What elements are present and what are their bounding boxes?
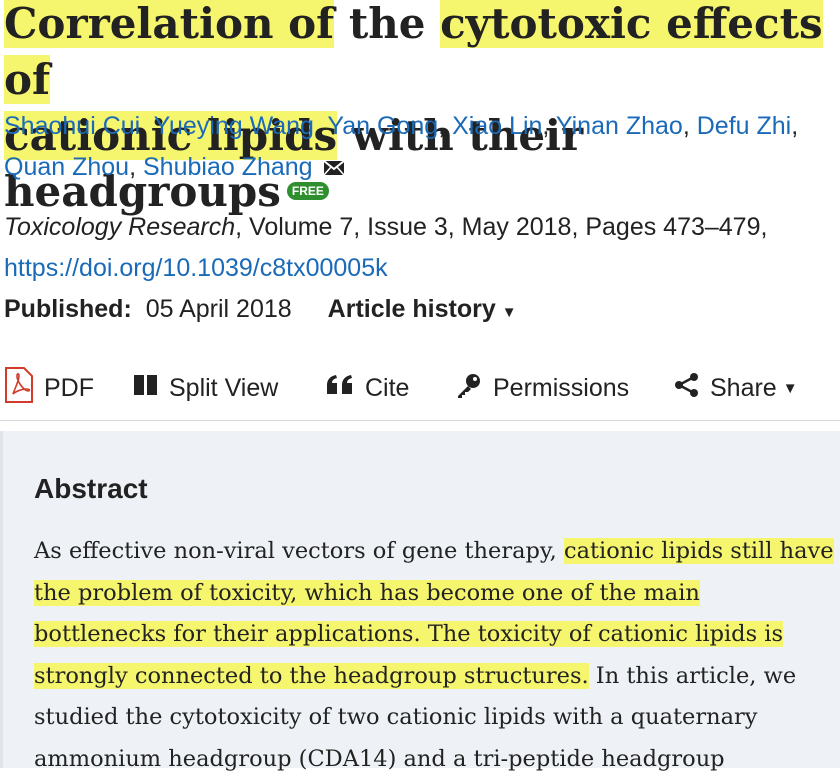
author-link[interactable]: Defu Zhi	[697, 112, 791, 140]
author-link[interactable]: Yinan Zhao	[556, 112, 683, 140]
pdf-label: PDF	[44, 373, 94, 402]
citation-details: , Volume 7, Issue 3, May 2018, Pages 473…	[235, 213, 768, 241]
share-button[interactable]: Share ▼	[674, 364, 798, 412]
abstract-heading: Abstract	[34, 473, 148, 504]
journal-name: Toxicology Research	[4, 213, 236, 241]
author-link[interactable]: Shaohui Cui	[4, 112, 140, 140]
author-link[interactable]: Quan Zhou	[4, 153, 129, 181]
author-link[interactable]: Shubiao Zhang	[143, 153, 313, 181]
abstract-text: As effective non-viral vectors of gene t…	[34, 531, 834, 780]
cite-button[interactable]: Cite	[325, 364, 409, 412]
title-part: the	[334, 0, 441, 48]
article-history-label: Article history	[327, 295, 496, 323]
split-view-icon	[133, 374, 169, 403]
article-history-toggle[interactable]: Article history ▼	[328, 295, 517, 323]
permissions-button[interactable]: Permissions	[455, 364, 629, 412]
share-icon	[674, 372, 710, 405]
quote-icon	[325, 374, 365, 403]
published-date: 05 April 2018	[145, 295, 292, 323]
toolbar-divider	[0, 420, 840, 421]
author-list: Shaohui Cui, Yueying Wang, Yan Gong, Xia…	[4, 106, 834, 189]
share-label: Share	[710, 373, 777, 402]
doi-link[interactable]: https://doi.org/10.1039/c8tx00005k	[4, 254, 388, 282]
author-link[interactable]: Xiao Lin	[452, 112, 542, 140]
split-view-button[interactable]: Split View	[133, 364, 278, 412]
permissions-label: Permissions	[493, 373, 630, 402]
citation: Toxicology Research, Volume 7, Issue 3, …	[4, 207, 834, 289]
caret-down-icon: ▼	[782, 379, 798, 397]
cite-label: Cite	[365, 373, 410, 402]
pdf-icon	[4, 366, 44, 411]
article-toolbar: PDF Split View Cite Permissions Share ▼	[0, 364, 840, 412]
title-part: Correlation of	[4, 0, 335, 48]
envelope-icon[interactable]	[322, 148, 345, 189]
key-icon	[455, 371, 493, 406]
published-label: Published:	[4, 295, 132, 323]
split-view-label: Split View	[169, 373, 279, 402]
caret-down-icon: ▼	[501, 304, 517, 321]
author-link[interactable]: Yan Gong	[327, 112, 438, 140]
pdf-button[interactable]: PDF	[4, 364, 94, 412]
publication-info: Published: 05 April 2018 Article history ▼	[4, 291, 517, 331]
author-link[interactable]: Yueying Wang	[154, 112, 314, 140]
abstract-part: As effective non-viral vectors of gene t…	[34, 538, 564, 564]
